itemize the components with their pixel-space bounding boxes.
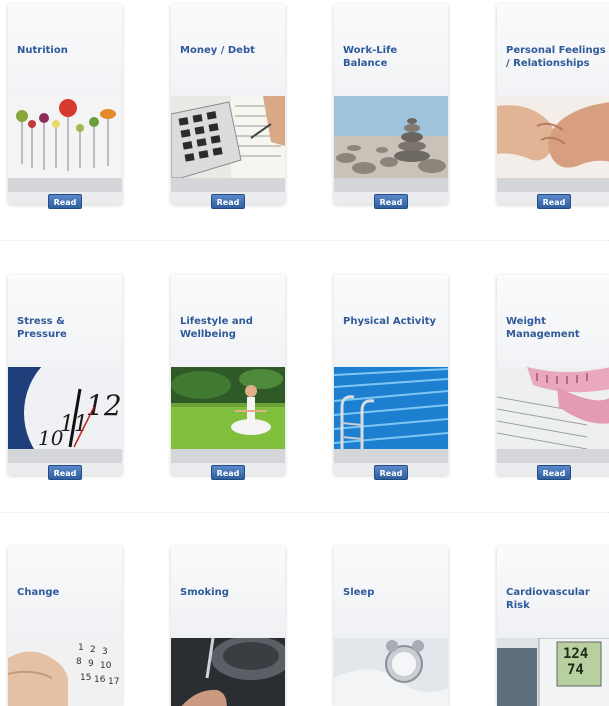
svg-text:17: 17 (108, 677, 119, 687)
svg-text:15: 15 (80, 673, 91, 683)
topic-card-change[interactable]: Change 123 8 9 10 15 16 17 (8, 546, 122, 706)
topic-card-nutrition[interactable]: Nutrition Read (8, 4, 122, 209)
card-title: Sleep (343, 587, 375, 598)
card-footer (334, 178, 448, 192)
read-button[interactable]: Read (374, 465, 408, 480)
card-footer (497, 178, 609, 192)
swimming-pool-image (334, 367, 448, 449)
topic-card-stress-pressure[interactable]: Stress & Pressure 12 11 10 Read (8, 275, 122, 480)
card-footer (334, 449, 448, 463)
card-footer (497, 449, 609, 463)
svg-text:16: 16 (94, 675, 106, 685)
topic-card-weight-management[interactable]: Weight Management Read (497, 275, 609, 480)
svg-text:8: 8 (76, 657, 82, 667)
read-button[interactable]: Read (537, 465, 571, 480)
measuring-tape-image (497, 367, 609, 449)
svg-text:10: 10 (38, 426, 64, 449)
topic-card-cardiovascular-risk[interactable]: Cardiovascular Risk 124 74 (497, 546, 609, 706)
card-title: Money / Debt (180, 45, 255, 56)
card-title: Weight Management (506, 316, 580, 340)
svg-text:124: 124 (563, 646, 588, 662)
read-button[interactable]: Read (374, 194, 408, 209)
svg-text:74: 74 (567, 662, 584, 678)
topic-card-personal-feelings[interactable]: Personal Feelings / Relationships Read (497, 4, 609, 209)
svg-text:12: 12 (86, 389, 122, 422)
calculator-and-paper-image (171, 96, 285, 178)
clock-face-image: 12 11 10 (8, 367, 122, 449)
read-button[interactable]: Read (48, 194, 82, 209)
read-button[interactable]: Read (211, 194, 245, 209)
card-footer (8, 178, 122, 192)
card-footer (171, 449, 285, 463)
svg-text:3: 3 (102, 647, 108, 657)
topic-card-sleep[interactable]: Sleep (334, 546, 448, 706)
card-title: Lifestyle and Wellbeing (180, 316, 253, 340)
card-title: Work-Life Balance (343, 45, 398, 69)
row-divider (0, 512, 609, 513)
read-button[interactable]: Read (537, 194, 571, 209)
topic-card-money-debt[interactable]: Money / Debt Read (171, 4, 285, 209)
topic-card-smoking[interactable]: Smoking (171, 546, 285, 706)
read-button[interactable]: Read (48, 465, 82, 480)
blood-pressure-monitor-image: 124 74 (497, 638, 609, 706)
card-title: Personal Feelings / Relationships (506, 45, 606, 69)
card-title: Smoking (180, 587, 229, 598)
topic-card-work-life-balance[interactable]: Work-Life Balance Read (334, 4, 448, 209)
stacked-stones-image (334, 96, 448, 178)
topic-card-physical-activity[interactable]: Physical Activity Read (334, 275, 448, 480)
topic-card-lifestyle-wellbeing[interactable]: Lifestyle and Wellbeing Read (171, 275, 285, 480)
svg-text:2: 2 (90, 645, 96, 655)
yoga-on-grass-image (171, 367, 285, 449)
read-button[interactable]: Read (211, 465, 245, 480)
card-footer (171, 178, 285, 192)
card-title: Change (17, 587, 60, 598)
cigarette-image (171, 638, 285, 706)
svg-text:1: 1 (78, 643, 84, 653)
card-title: Stress & Pressure (17, 316, 67, 340)
card-title: Physical Activity (343, 316, 437, 327)
alarm-clock-image (334, 638, 448, 706)
holding-hands-image (497, 96, 609, 178)
svg-text:9: 9 (88, 659, 94, 669)
svg-text:10: 10 (100, 661, 112, 671)
card-footer (8, 449, 122, 463)
card-title: Nutrition (17, 45, 68, 56)
row-divider (0, 240, 609, 241)
card-title: Cardiovascular Risk (506, 587, 590, 611)
calendar-hand-image: 123 8 9 10 15 16 17 (8, 638, 122, 706)
vegetables-on-forks-image (8, 96, 122, 178)
